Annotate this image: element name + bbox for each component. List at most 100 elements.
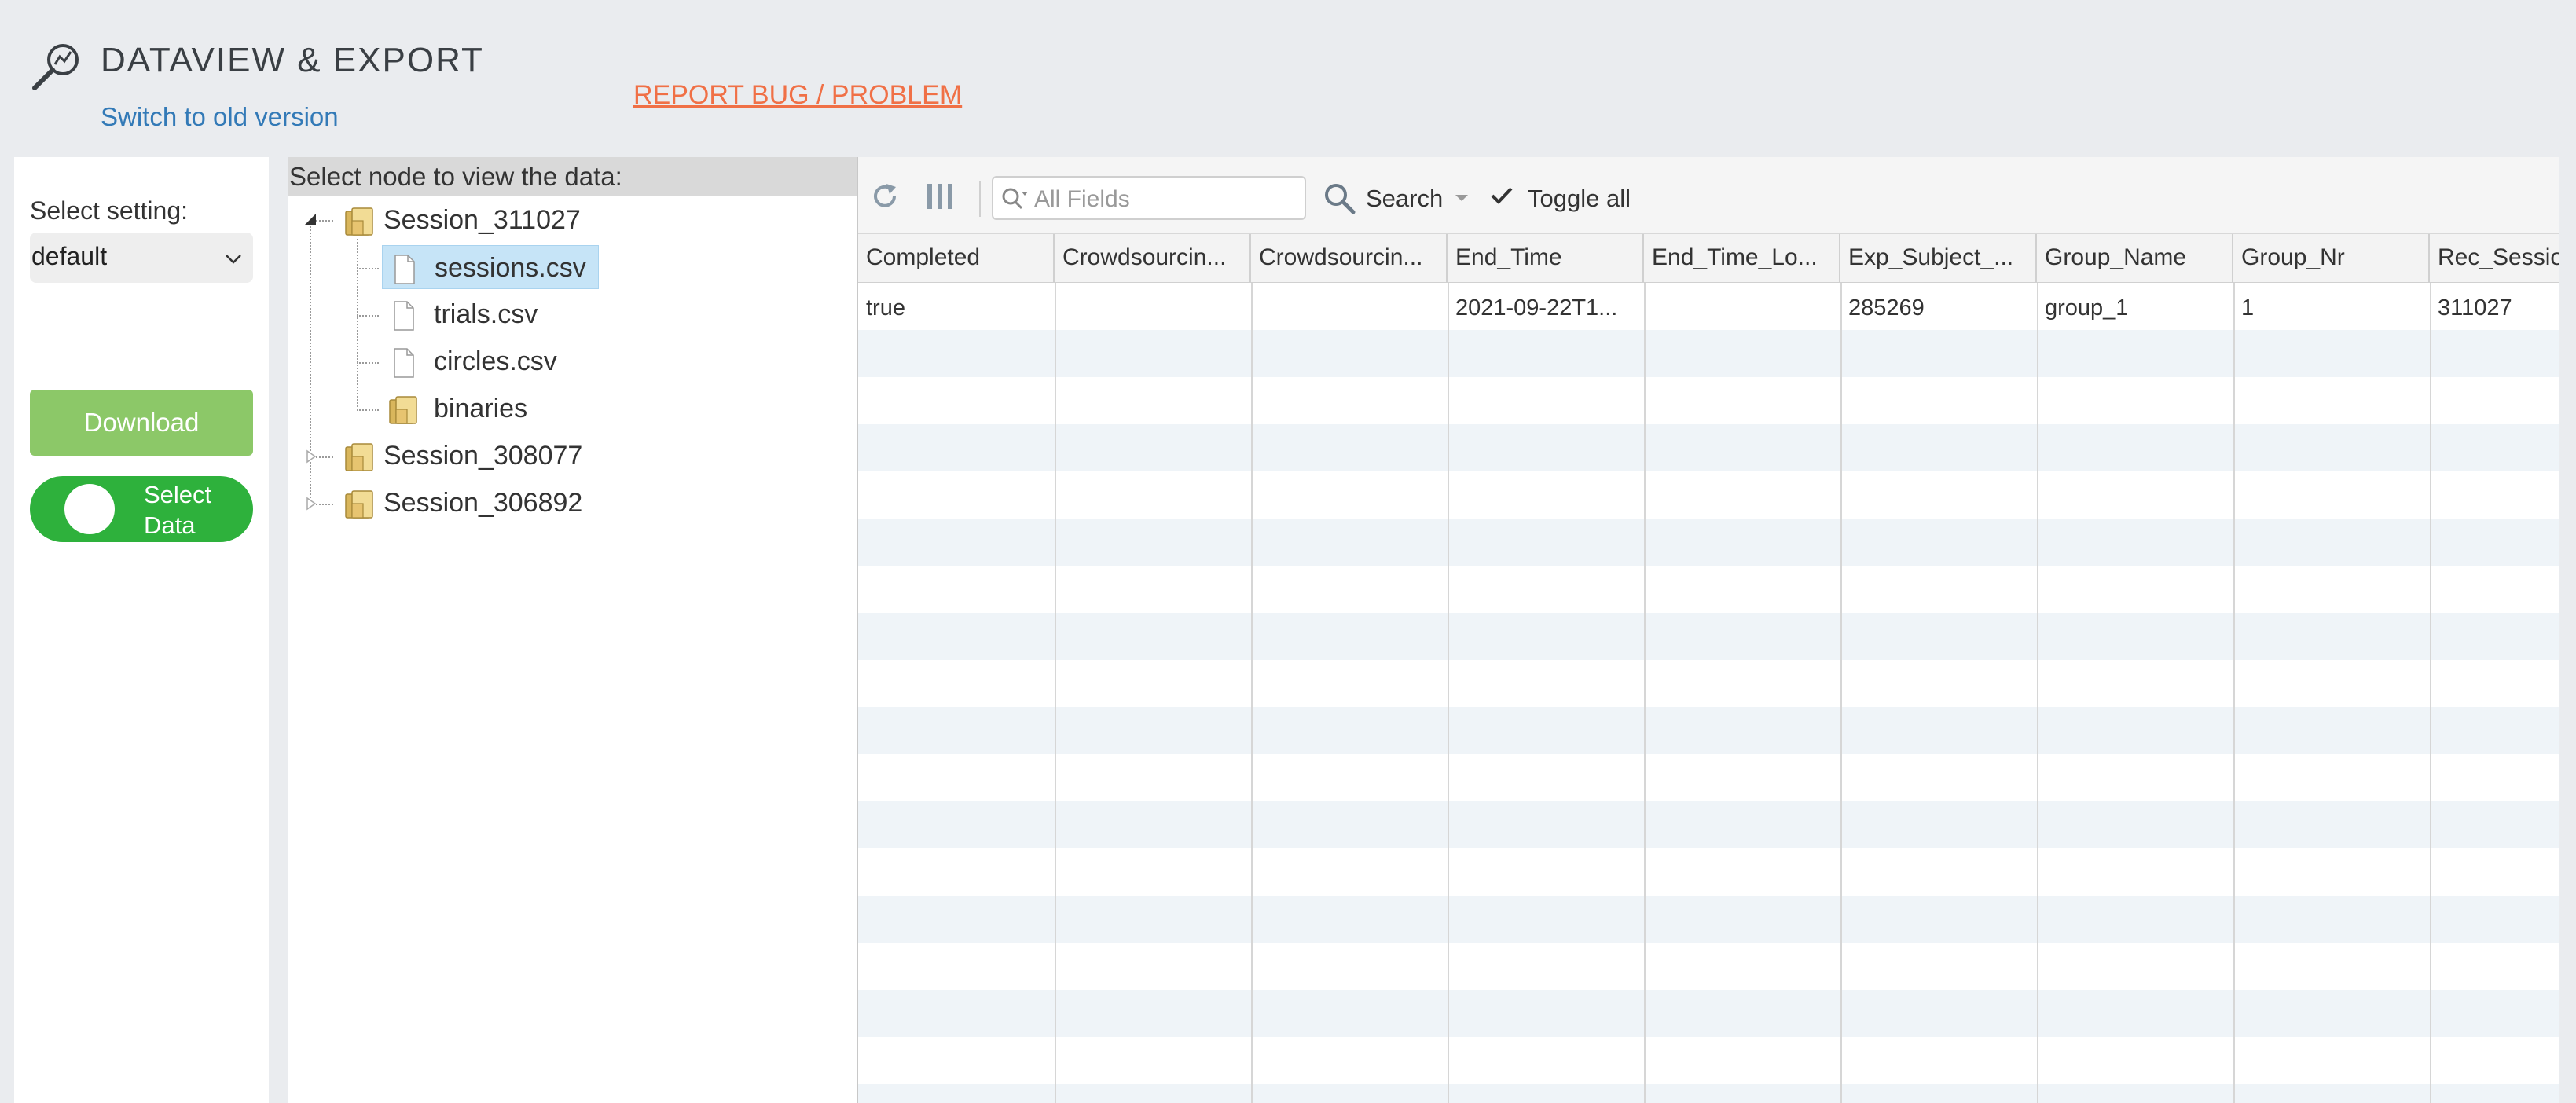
tree-node-session-308077[interactable]: Session_308077 [344,434,583,478]
tree-node-sessions-csv[interactable]: sessions.csv [382,245,599,289]
settings-panel: Select setting: default Download Select … [14,157,269,1103]
search-icon [1325,184,1356,214]
empty-table-row [858,330,2559,377]
setting-label: Select setting: [30,196,188,225]
folder-icon [345,207,373,236]
analytics-magnifier-icon [32,44,79,90]
setting-select-value: default [31,242,108,270]
tree-node-trials-csv[interactable]: trials.csv [388,292,577,336]
table-cell [1055,283,1251,330]
tree-node-session-306892[interactable]: Session_306892 [344,481,583,525]
empty-table-row [858,990,2559,1037]
tree-node-binaries[interactable]: binaries [388,387,561,431]
tree-node-label: sessions.csv [435,253,586,283]
column-divider [1448,283,1449,1103]
tree-node-label: circles.csv [434,346,557,376]
tree-connector [357,409,379,411]
column-divider [2430,283,2431,1103]
table-cell: 285269 [1848,295,1925,321]
checkmark-icon [1491,187,1513,204]
empty-table-row [858,566,2559,613]
column-header[interactable]: End_Time_Lo... [1644,234,1840,283]
caret-down-icon [1455,195,1468,201]
folder-icon [389,396,417,424]
tree-panel: Select node to view the data: Session_31… [288,157,857,1103]
file-icon [394,348,414,378]
table-cell: group_1 [2045,295,2129,321]
empty-table-row [858,896,2559,943]
data-grid-panel: All Fields Search Toggle all Completed C… [857,157,2559,1103]
column-divider [1644,283,1646,1103]
table-row[interactable]: true 2021-09-22T1... 285269 group_1 1 31… [858,283,2559,330]
refresh-icon[interactable] [869,181,901,212]
tree-connector [357,362,379,364]
column-header[interactable]: Completed [858,234,1055,283]
table-cell: 2021-09-22T1... [1455,295,1618,321]
empty-table-row [858,943,2559,990]
empty-table-row [858,424,2559,471]
search-placeholder: All Fields [1034,186,1130,212]
toolbar-divider [979,181,981,217]
column-header[interactable]: Crowdsourcin... [1055,234,1251,283]
toggle-knob [64,484,115,534]
grid-column-headers: Completed Crowdsourcin... Crowdsourcin..… [858,234,2559,283]
empty-table-row [858,1084,2559,1103]
tree-node-label: Session_308077 [383,441,583,471]
tree-node-session-311027[interactable]: Session_311027 [344,198,581,242]
empty-table-row [858,471,2559,519]
search-dropdown-icon[interactable] [1000,185,1029,214]
search-button-label: Search [1366,185,1444,212]
column-header[interactable]: Group_Nr [2233,234,2430,283]
table-cell: 1 [2241,295,2255,321]
chevron-down-icon [226,255,241,264]
table-cell [1251,283,1448,330]
empty-table-row [858,848,2559,896]
column-header[interactable]: End_Time [1448,234,1644,283]
tree-node-label: binaries [434,394,528,423]
tree-node-circles-csv[interactable]: circles.csv [388,339,577,383]
collapse-arrow-icon[interactable] [303,212,317,226]
select-data-toggle[interactable]: Select Data [30,476,253,542]
switch-old-version-link[interactable]: Switch to old version [101,102,339,132]
grid-rows: true 2021-09-22T1... 285269 group_1 1 31… [858,283,2559,1103]
column-header[interactable]: Exp_Subject_... [1840,234,2037,283]
expand-arrow-icon[interactable] [305,497,317,511]
column-divider [2037,283,2038,1103]
column-header[interactable]: Crowdsourcin... [1251,234,1448,283]
empty-table-row [858,613,2559,660]
column-header[interactable]: Group_Name [2037,234,2233,283]
columns-icon[interactable] [924,181,956,212]
empty-table-row [858,801,2559,848]
toggle-all-button[interactable]: Toggle all [1488,176,1646,220]
tree-connector [357,315,379,317]
column-header[interactable]: Rec_Sessio [2430,234,2559,283]
tree-header: Select node to view the data: [288,157,857,196]
column-divider [1840,283,1842,1103]
setting-select[interactable]: default [30,233,253,283]
file-icon [394,301,414,331]
tree-node-label: Session_306892 [383,488,583,518]
select-data-label: Select Data [144,481,212,539]
empty-table-row [858,660,2559,707]
file-icon [394,255,415,284]
column-divider [1055,283,1056,1103]
empty-table-row [858,377,2559,424]
page-title: DATAVIEW & EXPORT [101,41,484,79]
tree-node-label: Session_311027 [383,205,581,235]
report-bug-link[interactable]: REPORT BUG / PROBLEM [633,80,962,111]
tree-node-label: trials.csv [434,299,538,329]
table-cell [1644,283,1840,330]
empty-table-row [858,519,2559,566]
folder-icon [345,443,373,471]
download-button[interactable]: Download [30,390,253,456]
column-divider [1251,283,1253,1103]
folder-icon [345,490,373,519]
column-divider [2233,283,2235,1103]
search-button[interactable]: Search [1322,176,1471,220]
table-cell: true [866,295,905,321]
search-fields-input[interactable]: All Fields [992,176,1306,220]
tree-connector [357,239,358,410]
empty-table-row [858,754,2559,801]
expand-arrow-icon[interactable] [305,449,317,464]
empty-table-row [858,1037,2559,1084]
